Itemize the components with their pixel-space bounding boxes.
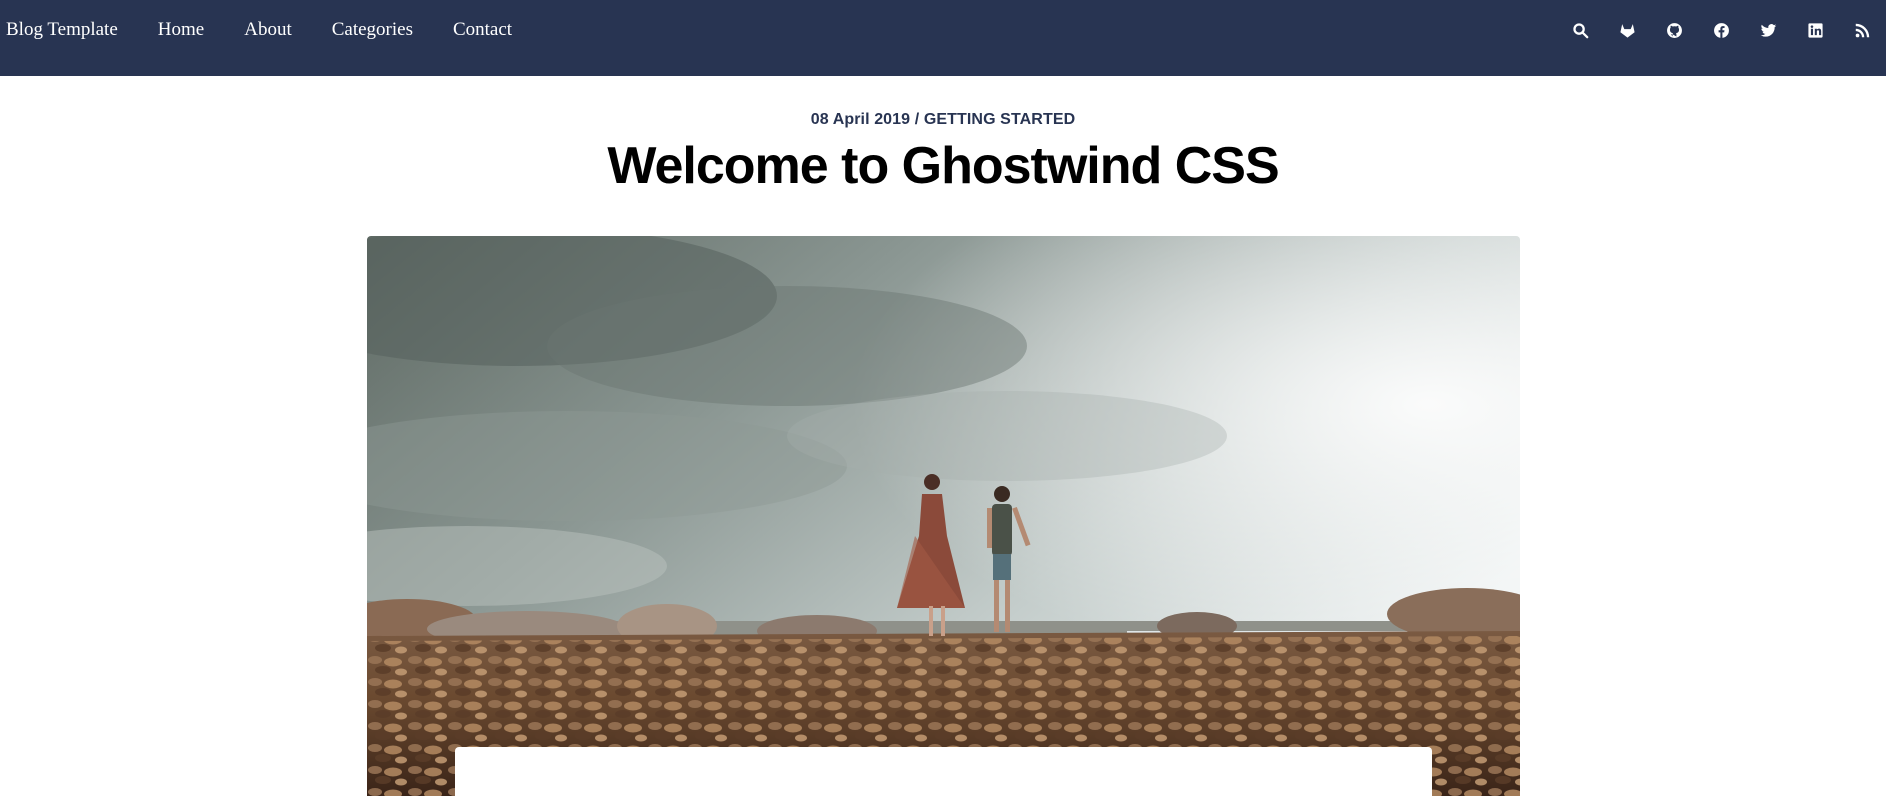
facebook-icon[interactable] (1711, 20, 1731, 40)
nav-left-group: Blog Template Home About Categories Cont… (0, 0, 552, 68)
search-icon[interactable] (1570, 20, 1590, 40)
meta-separator: / (910, 111, 924, 128)
linkedin-icon[interactable] (1805, 20, 1825, 40)
nav-link-about[interactable]: About (244, 19, 292, 41)
github-icon[interactable] (1664, 20, 1684, 40)
nav-social-icons (1543, 0, 1886, 68)
post-header: 08 April 2019 / GETTING STARTED Welcome … (0, 76, 1886, 197)
rss-icon[interactable] (1852, 20, 1872, 40)
nav-link-categories[interactable]: Categories (332, 19, 413, 41)
gitlab-icon[interactable] (1617, 20, 1637, 40)
post-title: Welcome to Ghostwind CSS (607, 137, 1279, 195)
post-meta: 08 April 2019 / GETTING STARTED (0, 111, 1886, 129)
site-brand-link[interactable]: Blog Template (6, 19, 118, 41)
post-content-card (455, 747, 1432, 807)
post-date: 08 April 2019 (810, 111, 911, 128)
top-navbar: Blog Template Home About Categories Cont… (0, 0, 1886, 76)
feature-image (367, 236, 1520, 796)
post-category-link[interactable]: GETTING STARTED (924, 111, 1075, 128)
twitter-icon[interactable] (1758, 20, 1778, 40)
nav-link-contact[interactable]: Contact (453, 19, 512, 41)
nav-link-home[interactable]: Home (158, 19, 204, 41)
